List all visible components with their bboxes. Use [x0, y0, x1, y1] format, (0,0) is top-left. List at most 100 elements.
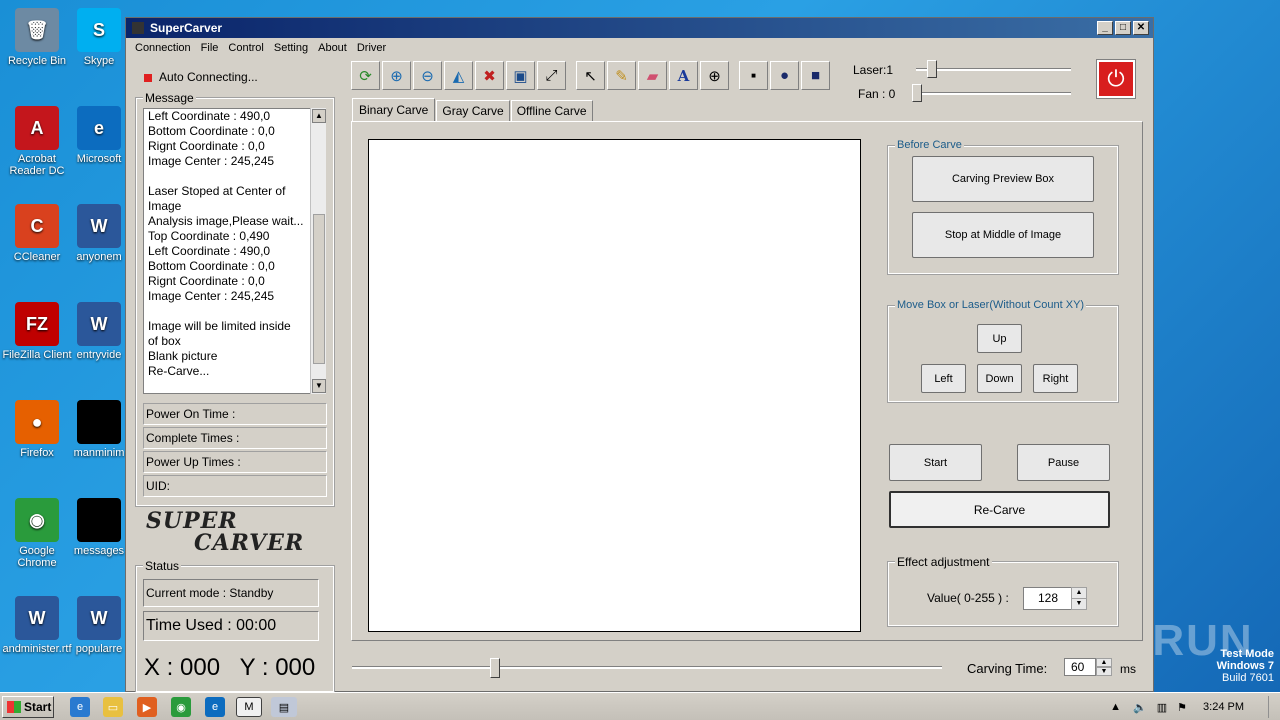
down-button[interactable]: Down — [977, 364, 1022, 393]
menu-driver[interactable]: Driver — [352, 42, 391, 54]
laser-slider-track[interactable] — [916, 68, 1071, 71]
message-line: Image Center : 245,245 — [148, 289, 275, 303]
uid: UID: — [143, 475, 327, 497]
power-icon: ⏻ — [1107, 66, 1125, 91]
value-input[interactable]: 128 — [1023, 587, 1073, 610]
tab-binary-carve[interactable]: Binary Carve — [352, 98, 436, 122]
chrome-icon[interactable]: ◉ — [171, 697, 191, 717]
effect-label: Effect adjustment — [895, 555, 992, 569]
desktop-icon-image: FZ — [15, 302, 59, 346]
menu-control[interactable]: Control — [223, 42, 268, 54]
up-button[interactable]: Up — [977, 324, 1022, 353]
system-tray: ▲ 🔈 ▥ ⚑ 3:24 PM — [1110, 696, 1280, 718]
flip-icon[interactable]: ◭ — [444, 61, 473, 90]
menu-about[interactable]: About — [313, 42, 352, 54]
scroll-up-icon[interactable]: ▲ — [312, 109, 326, 123]
pause-button[interactable]: Pause — [1017, 444, 1110, 481]
tab-gray-carve[interactable]: Gray Carve — [436, 100, 510, 122]
show-desktop-button[interactable] — [1268, 696, 1280, 718]
message-log[interactable]: Left Coordinate : 490,0 Bottom Coordinate… — [143, 108, 326, 394]
menu-connection[interactable]: Connection — [130, 42, 196, 54]
start-button-taskbar[interactable]: Start — [2, 696, 54, 718]
message-line: Laser Stoped at Center of — [148, 184, 286, 198]
laser-label: Laser:1 — [853, 63, 894, 77]
desktop-icon-image: A — [15, 106, 59, 150]
text-icon[interactable]: A — [669, 61, 698, 90]
xy-readout: X : 000 Y : 000 — [144, 654, 316, 681]
carving-time-input[interactable]: 60 — [1064, 658, 1096, 676]
power-button[interactable]: ⏻ — [1096, 59, 1136, 99]
edge-icon[interactable]: e — [205, 697, 225, 717]
message-line: Left Coordinate : 490,0 — [148, 244, 271, 258]
tray-expand-icon[interactable]: ▲ — [1110, 701, 1121, 713]
carve-canvas[interactable] — [368, 139, 861, 632]
speed-slider-track[interactable] — [352, 666, 942, 669]
network-icon[interactable]: ▥ — [1157, 701, 1167, 714]
maximize-button[interactable]: □ — [1115, 21, 1131, 35]
message-line: Top Coordinate : 0,490 — [148, 229, 270, 243]
ie-icon[interactable]: e — [70, 697, 90, 717]
close-button[interactable]: ✕ — [1133, 21, 1149, 35]
scroll-thumb[interactable] — [313, 214, 325, 364]
desktop-icon-image: C — [15, 204, 59, 248]
carving-preview-button[interactable]: Carving Preview Box — [912, 156, 1094, 202]
message-line: Blank picture — [148, 349, 218, 363]
desktop-icon-image: 🗑 — [15, 8, 59, 52]
dot-small-icon[interactable]: ■ — [739, 61, 768, 90]
refresh-icon[interactable]: ⟳ — [351, 61, 380, 90]
dot-medium-icon[interactable]: ● — [770, 61, 799, 90]
desktop-icon-image: W — [15, 596, 59, 640]
volume-icon[interactable]: 🔈 — [1133, 701, 1147, 714]
menu-setting[interactable]: Setting — [269, 42, 313, 54]
desktop-icon-image: S — [77, 8, 121, 52]
message-line: Rignt Coordinate : 0,0 — [148, 139, 265, 153]
fan-slider[interactable] — [912, 84, 922, 102]
action-center-icon[interactable]: ⚑ — [1177, 701, 1187, 714]
message-scrollbar[interactable]: ▲ ▼ — [310, 108, 326, 394]
speed-slider[interactable] — [490, 658, 500, 678]
carving-time-up-icon[interactable]: ▲ — [1096, 658, 1112, 667]
left-button[interactable]: Left — [921, 364, 966, 393]
laser-slider[interactable] — [927, 60, 937, 78]
network-app-icon[interactable]: ▤ — [271, 697, 297, 717]
carving-time-label: Carving Time: — [967, 661, 1048, 676]
value-label: Value( 0-255 ) : — [927, 591, 1009, 605]
desktop-icon-image: W — [77, 596, 121, 640]
supercarver-logo: SUPER CARVER — [146, 508, 305, 556]
tab-strip: Binary Carve Gray Carve Offline Carve — [352, 98, 594, 122]
scroll-down-icon[interactable]: ▼ — [312, 379, 326, 393]
dot-large-icon[interactable]: ■ — [801, 61, 830, 90]
save-icon[interactable]: ▣ — [506, 61, 535, 90]
zoom-in-icon[interactable]: ⊕ — [382, 61, 411, 90]
eraser-icon[interactable]: ▰ — [638, 61, 667, 90]
menu-file[interactable]: File — [196, 42, 224, 54]
explorer-icon[interactable]: ▭ — [103, 697, 123, 717]
message-line — [148, 169, 325, 184]
message-line: Analysis image,Please wait... — [148, 214, 304, 228]
start-button[interactable]: Start — [889, 444, 982, 481]
desktop-icon-image — [77, 498, 121, 542]
delete-icon[interactable]: ✖ — [475, 61, 504, 90]
message-line: Left Coordinate : 490,0 — [148, 109, 271, 123]
pencil-icon[interactable]: ✎ — [607, 61, 636, 90]
stop-middle-button[interactable]: Stop at Middle of Image — [912, 212, 1094, 258]
minimize-button[interactable]: _ — [1097, 21, 1113, 35]
menu-bar: Connection File Control Setting About Dr… — [126, 38, 1153, 58]
resize-icon[interactable]: ⤢ — [537, 61, 566, 90]
recarve-button[interactable]: Re-Carve — [889, 491, 1110, 528]
clock[interactable]: 3:24 PM — [1203, 701, 1244, 713]
crosshair-icon[interactable]: ⊕ — [700, 61, 729, 90]
value-down-icon[interactable]: ▼ — [1071, 598, 1087, 610]
message-label: Message — [143, 91, 196, 105]
tab-offline-carve[interactable]: Offline Carve — [510, 100, 593, 122]
fan-slider-track[interactable] — [912, 92, 1071, 95]
carving-time-down-icon[interactable]: ▼ — [1096, 667, 1112, 676]
zoom-out-icon[interactable]: ⊖ — [413, 61, 442, 90]
desktop-icon-image: W — [77, 204, 121, 248]
message-line: Rignt Coordinate : 0,0 — [148, 274, 265, 288]
pointer-icon[interactable]: ↖ — [576, 61, 605, 90]
message-line: Bottom Coordinate : 0,0 — [148, 124, 275, 138]
right-button[interactable]: Right — [1033, 364, 1078, 393]
supercarver-taskbar-icon[interactable]: M — [236, 697, 262, 717]
media-player-icon[interactable]: ▶ — [137, 697, 157, 717]
